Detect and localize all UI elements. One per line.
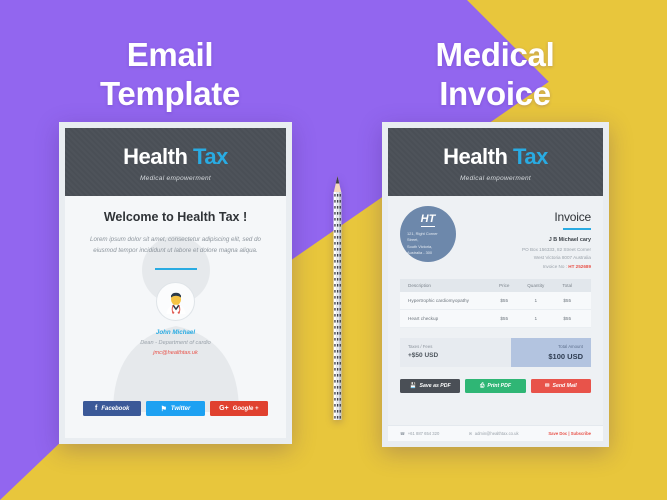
invoice-logo-mark: HT [420,213,436,228]
invoice-brand-name-second: Tax [513,144,548,169]
poster-title-email: Email Template [99,36,241,112]
poster-title-invoice: Medical Invoice [435,36,555,112]
footer-save-subscribe-link[interactable]: Save Doc | Subscribe [548,431,591,436]
cell-quantity: 1 [534,316,538,321]
brand-tagline: Medical empowerment [139,175,212,182]
envelope-icon: ✉ [468,431,473,436]
taxes-fees-value: +$50 USD [408,352,439,359]
table-row: Hypertrophic cardiomyopathy $55 1 $55 [400,292,591,310]
column-header-price: Price [499,283,510,288]
column-header-description: Description [408,283,431,288]
email-template-card: Health Tax Medical empowerment Welcome t… [59,122,292,444]
invoice-title: Invoice [554,210,591,224]
send-mail-button[interactable]: ✉ Send Mail [530,379,591,393]
invoice-brand-wordmark: Health Tax [388,144,603,170]
invoice-items-table: Description Price Quantity Total Hypertr… [400,279,591,328]
google-plus-button[interactable]: G+ Google + [209,401,268,416]
cell-price: $55 [500,316,509,321]
invoice-number-label: Invoice No : [542,264,567,269]
invoice-footer: ☎ +61 887 654 320 ✉ admin@healthtax.co.u… [388,425,603,441]
doctor-name: John Michael [155,329,196,337]
invoice-brand-header: Health Tax Medical empowerment [388,128,603,196]
invoice-brand-tagline: Medical empowerment [459,175,532,182]
total-amount-label: Total Amount [558,344,583,349]
footer-email-text: admin@healthtax.co.uk [474,431,519,436]
save-icon: 💾 [409,383,417,389]
print-icon: ⎙ [479,382,485,389]
cell-total: $55 [563,298,572,303]
taxes-fees-label: Taxes / Fees [408,344,433,349]
total-amount-block: Total Amount $100 USD [510,338,591,367]
invoice-client-address-1: PO Box 156333, 82 Street Corner [522,246,591,252]
column-header-quantity: Quantity [527,283,545,288]
footer-phone: ☎ +61 887 654 320 [400,431,469,436]
invoice-logo-badge: HT 121, Right Corner Street, South Victo… [400,206,456,262]
email-body-paragraph: Lorem ipsum dolor sit amet, consectetur … [90,236,261,255]
doctor-email[interactable]: jmc@healthtax.uk [153,350,198,356]
invoice-number-value: HT 252689 [568,264,591,269]
invoice-number-row: Invoice No : HT 252689 [522,264,591,269]
phone-icon: ☎ [400,431,406,436]
doctor-role: Dean - Department of cardio [140,340,211,347]
twitter-button-label: Twitter [170,405,191,412]
invoice-brand-name-first: Health [443,144,508,169]
invoice-meta: Invoice J B Michael cary PO Box 156333, … [522,206,591,269]
facebook-button-label: Facebook [101,405,130,412]
taxes-fees-block: Taxes / Fees +$50 USD [400,338,511,367]
invoice-company-address: 121, Right Corner Street, South Victoria… [407,231,438,255]
invoice-header-section: HT 121, Right Corner Street, South Victo… [388,196,603,277]
send-mail-label: Send Mail [552,383,577,389]
facebook-button[interactable]: f Facebook [83,401,142,416]
invoice-action-row: 💾 Save as PDF ⎙ Print PDF ✉ Send Mail [400,379,591,393]
brand-wordmark: Health Tax [65,144,286,170]
brand-name-first: Health [123,144,188,169]
medical-invoice-card: Health Tax Medical empowerment HT 121, R… [382,122,609,447]
email-brand-header: Health Tax Medical empowerment [65,128,286,196]
total-amount-value: $100 USD [548,352,583,361]
email-card-inner: Health Tax Medical empowerment Welcome t… [65,128,286,438]
cell-description: Heart checkup [408,316,439,321]
avatar [156,282,195,322]
print-pdf-button[interactable]: ⎙ Print PDF [465,379,526,393]
facebook-icon: f [94,405,98,412]
save-as-pdf-button[interactable]: 💾 Save as PDF [400,379,461,393]
invoice-body: HT 121, Right Corner Street, South Victo… [388,196,603,441]
invoice-title-rule [563,228,591,230]
invoice-table-header: Description Price Quantity Total [400,279,591,292]
footer-phone-text: +61 887 654 320 [407,431,440,436]
email-body: Welcome to Health Tax ! Lorem ipsum dolo… [65,196,286,438]
cell-description: Hypertrophic cardiomyopathy [408,298,469,303]
pencil-icon [333,176,342,420]
brand-name-second: Tax [193,144,228,169]
twitter-button[interactable]: ⚑ Twitter [146,401,205,416]
email-welcome-heading: Welcome to Health Tax ! [103,210,248,224]
invoice-client-address-2: West Victoria 8007 Australia [533,255,591,260]
cell-price: $55 [500,298,509,303]
email-divider [154,267,197,271]
invoice-totals-section: Taxes / Fees +$50 USD Total Amount $100 … [400,338,591,367]
social-button-row: f Facebook ⚑ Twitter G+ Google + [83,401,268,416]
invoice-client-name: J B Michael cary [548,237,591,243]
doctor-avatar-icon [166,292,185,314]
print-pdf-label: Print PDF [487,383,512,389]
invoice-card-inner: Health Tax Medical empowerment HT 121, R… [388,128,603,441]
footer-email[interactable]: ✉ admin@healthtax.co.uk [469,431,549,436]
table-row: Heart checkup $55 1 $55 [400,310,591,328]
cell-quantity: 1 [534,298,538,303]
column-header-total: Total [562,283,573,288]
mail-icon: ✉ [544,383,550,389]
twitter-icon: ⚑ [160,405,167,413]
cell-total: $55 [563,316,572,321]
google-plus-icon: G+ [219,405,229,412]
save-as-pdf-label: Save as PDF [419,383,451,389]
google-plus-button-label: Google + [232,405,259,412]
